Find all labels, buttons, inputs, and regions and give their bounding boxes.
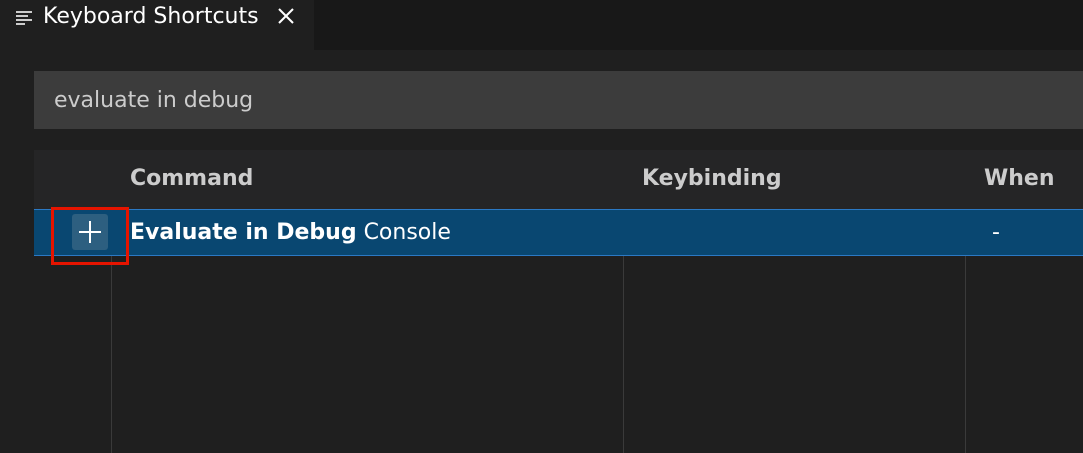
search-input[interactable] xyxy=(54,84,1054,116)
tab-bar: Keyboard Shortcuts xyxy=(0,0,1083,50)
column-header-command[interactable]: Command xyxy=(130,166,253,191)
command-label: Evaluate in Debug Console xyxy=(130,220,451,245)
when-cell: - xyxy=(992,220,1000,245)
column-header-when[interactable]: When xyxy=(984,166,1055,191)
command-label-rest: Console xyxy=(356,220,451,245)
search-box xyxy=(34,71,1083,129)
table-header: Command Keybinding When xyxy=(34,150,1083,209)
close-icon[interactable] xyxy=(274,4,298,28)
column-header-keybinding[interactable]: Keybinding xyxy=(642,166,782,191)
column-divider xyxy=(111,256,112,453)
lines-icon xyxy=(16,10,32,26)
command-label-match: Evaluate in Debug xyxy=(130,220,357,245)
plus-icon xyxy=(79,221,101,243)
tab-keyboard-shortcuts[interactable]: Keyboard Shortcuts xyxy=(0,0,314,50)
table-row[interactable]: Evaluate in Debug Console - xyxy=(34,209,1083,256)
add-keybinding-button[interactable] xyxy=(72,214,108,250)
tab-title: Keyboard Shortcuts xyxy=(43,4,259,29)
